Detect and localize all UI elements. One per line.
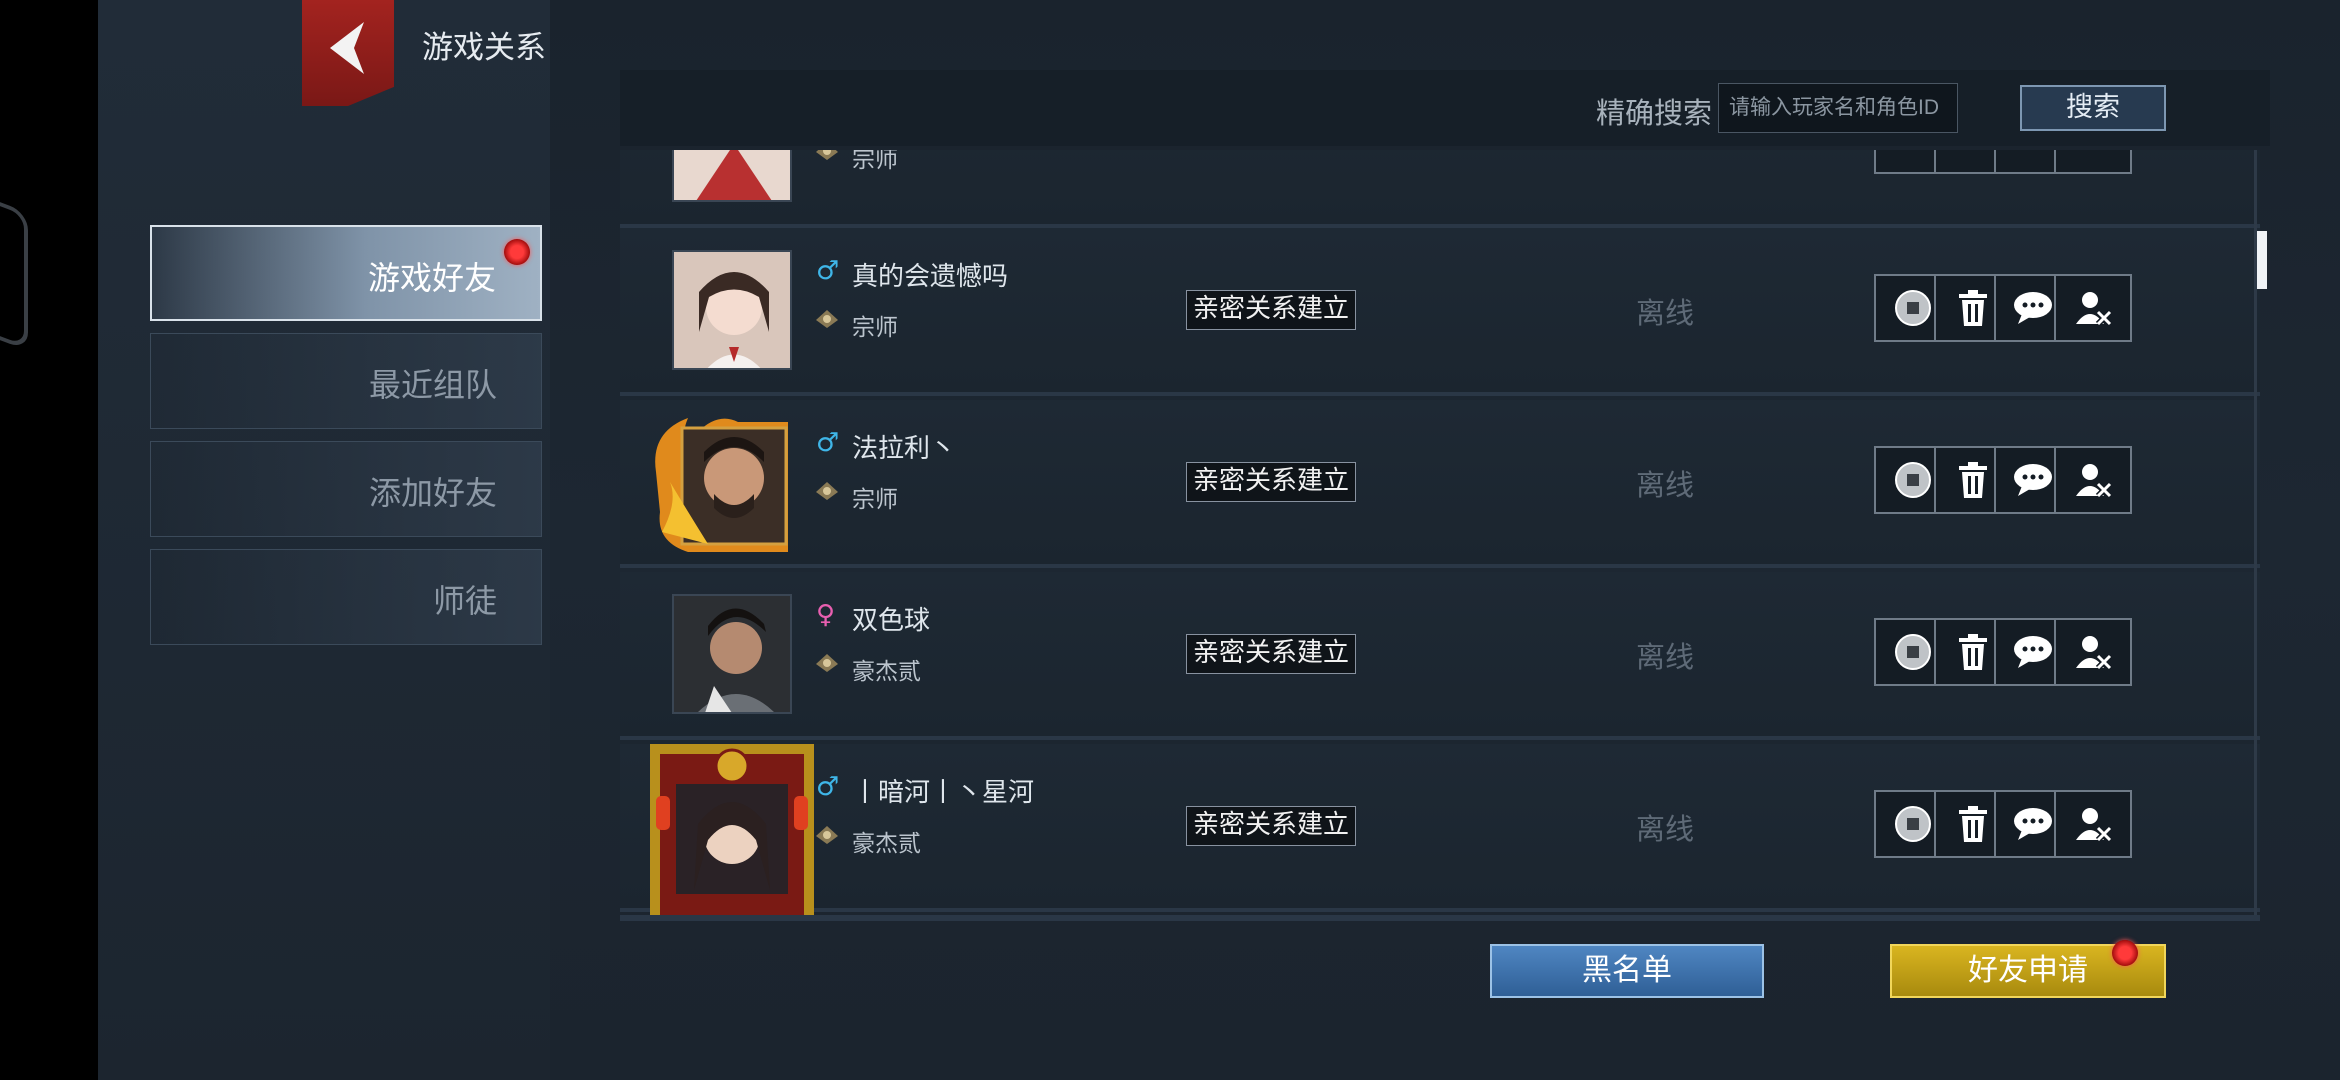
online-status: 离线 [1636, 812, 1695, 846]
gender-icon: ♂ [816, 428, 840, 458]
friend-row[interactable]: ♂ 丨暗河丨丶星河 豪杰贰 亲密关系建立 离线 [620, 744, 2260, 920]
nav-item-label: 游戏好友 [367, 259, 496, 297]
remove-friend-icon [2076, 808, 2113, 843]
remove-friend-icon [2076, 292, 2113, 327]
notification-dot [2112, 940, 2138, 966]
nav-item-master-apprentice[interactable]: 师徒 [150, 549, 542, 645]
rank-icon [816, 310, 838, 328]
online-status: 离线 [1636, 468, 1695, 502]
remove-friend-icon [2076, 464, 2113, 499]
left-panel [98, 0, 550, 1080]
gender-icon: ♂ [816, 772, 840, 802]
blacklist-button[interactable]: 黑名单 [1490, 944, 1764, 998]
nav-item-label: 师徒 [432, 582, 497, 620]
scrollbar-thumb[interactable] [2257, 231, 2267, 289]
remove-relation-button[interactable] [2054, 446, 2132, 514]
friend-name: 丨暗河丨丶星河 [852, 778, 1035, 808]
nav-item-game-friends[interactable]: 游戏好友 [150, 225, 542, 321]
friend-rank: 宗师 [852, 487, 898, 513]
friend-name: 法拉利丶 [852, 434, 957, 464]
device-frame-shape [0, 187, 28, 351]
delete-icon [1959, 290, 1987, 326]
search-input[interactable]: 请输入玩家名和角色ID [1718, 83, 1958, 133]
back-arrow-icon [330, 22, 364, 74]
friend-name: 真的会遗憾吗 [852, 262, 1009, 292]
chat-icon [2014, 808, 2052, 840]
delete-icon [1959, 806, 1987, 842]
avatar[interactable] [672, 594, 792, 714]
gender-icon: ♀ [816, 600, 836, 630]
friend-row[interactable]: ♂ 法拉利丶 宗师 亲密关系建立 离线 [620, 400, 2260, 568]
back-button[interactable] [302, 0, 394, 106]
nav-item-recent-team[interactable]: 最近组队 [150, 333, 542, 429]
intimacy-badge: 亲密关系建立 [1186, 806, 1357, 846]
delete-icon [1959, 634, 1987, 670]
coin-icon [1895, 462, 1931, 498]
remove-relation-button[interactable] [2054, 150, 2132, 174]
remove-relation-button[interactable] [2054, 274, 2132, 342]
avatar[interactable] [672, 250, 792, 370]
avatar[interactable] [646, 740, 818, 920]
chat-icon [2014, 464, 2052, 496]
remove-relation-button[interactable] [2054, 618, 2132, 686]
chat-icon [2014, 636, 2052, 668]
search-label: 精确搜索 [1596, 96, 1713, 130]
friend-rank: 宗师 [852, 150, 898, 173]
notification-dot [504, 239, 530, 265]
delete-icon [1959, 462, 1987, 498]
friend-row[interactable]: ♀ 双色球 豪杰贰 亲密关系建立 离线 [620, 572, 2260, 740]
search-button[interactable]: 搜索 [2020, 85, 2166, 131]
page-title: 游戏关系 [422, 30, 546, 66]
online-status: 离线 [1636, 296, 1695, 330]
friend-rank: 宗师 [852, 315, 898, 341]
nav-item-label: 添加好友 [368, 474, 497, 512]
rank-icon [816, 826, 838, 844]
gender-icon: ♂ [816, 256, 840, 286]
avatar[interactable] [672, 150, 792, 202]
friend-list[interactable]: 宗师 ♂ 真的会遗憾吗 宗师 亲密关系建立 离线 ♂ 法拉利丶 宗师 亲密关系建… [620, 150, 2260, 920]
intimacy-badge: 亲密关系建立 [1186, 634, 1357, 674]
friend-name: 双色球 [852, 606, 931, 636]
list-divider [620, 915, 2260, 921]
friend-row[interactable]: ♂ 真的会遗憾吗 宗师 亲密关系建立 离线 [620, 228, 2260, 396]
online-status: 离线 [1636, 640, 1695, 674]
remove-relation-button[interactable] [2054, 790, 2132, 858]
rank-icon [816, 654, 838, 672]
friend-rank: 豪杰贰 [852, 831, 921, 857]
avatar[interactable] [648, 412, 798, 558]
rank-icon [816, 150, 838, 160]
coin-icon [1895, 634, 1931, 670]
rank-icon [816, 482, 838, 500]
nav-item-label: 最近组队 [368, 366, 497, 404]
app-root: 游戏关系 游戏好友 最近组队 添加好友 师徒 宗师 ♂ 真的会遗憾吗 宗师 亲密… [0, 0, 2340, 1080]
friend-request-button[interactable]: 好友申请 [1890, 940, 2166, 998]
chat-icon [2014, 292, 2052, 324]
coin-icon [1895, 290, 1931, 326]
friend-request-label: 好友申请 [1968, 953, 2088, 988]
friend-row[interactable]: 宗师 [620, 150, 2260, 228]
friend-rank: 豪杰贰 [852, 659, 921, 685]
remove-friend-icon [2076, 636, 2113, 671]
intimacy-badge: 亲密关系建立 [1186, 290, 1357, 330]
nav-item-add-friend[interactable]: 添加好友 [150, 441, 542, 537]
coin-icon [1895, 806, 1931, 842]
intimacy-badge: 亲密关系建立 [1186, 462, 1357, 502]
